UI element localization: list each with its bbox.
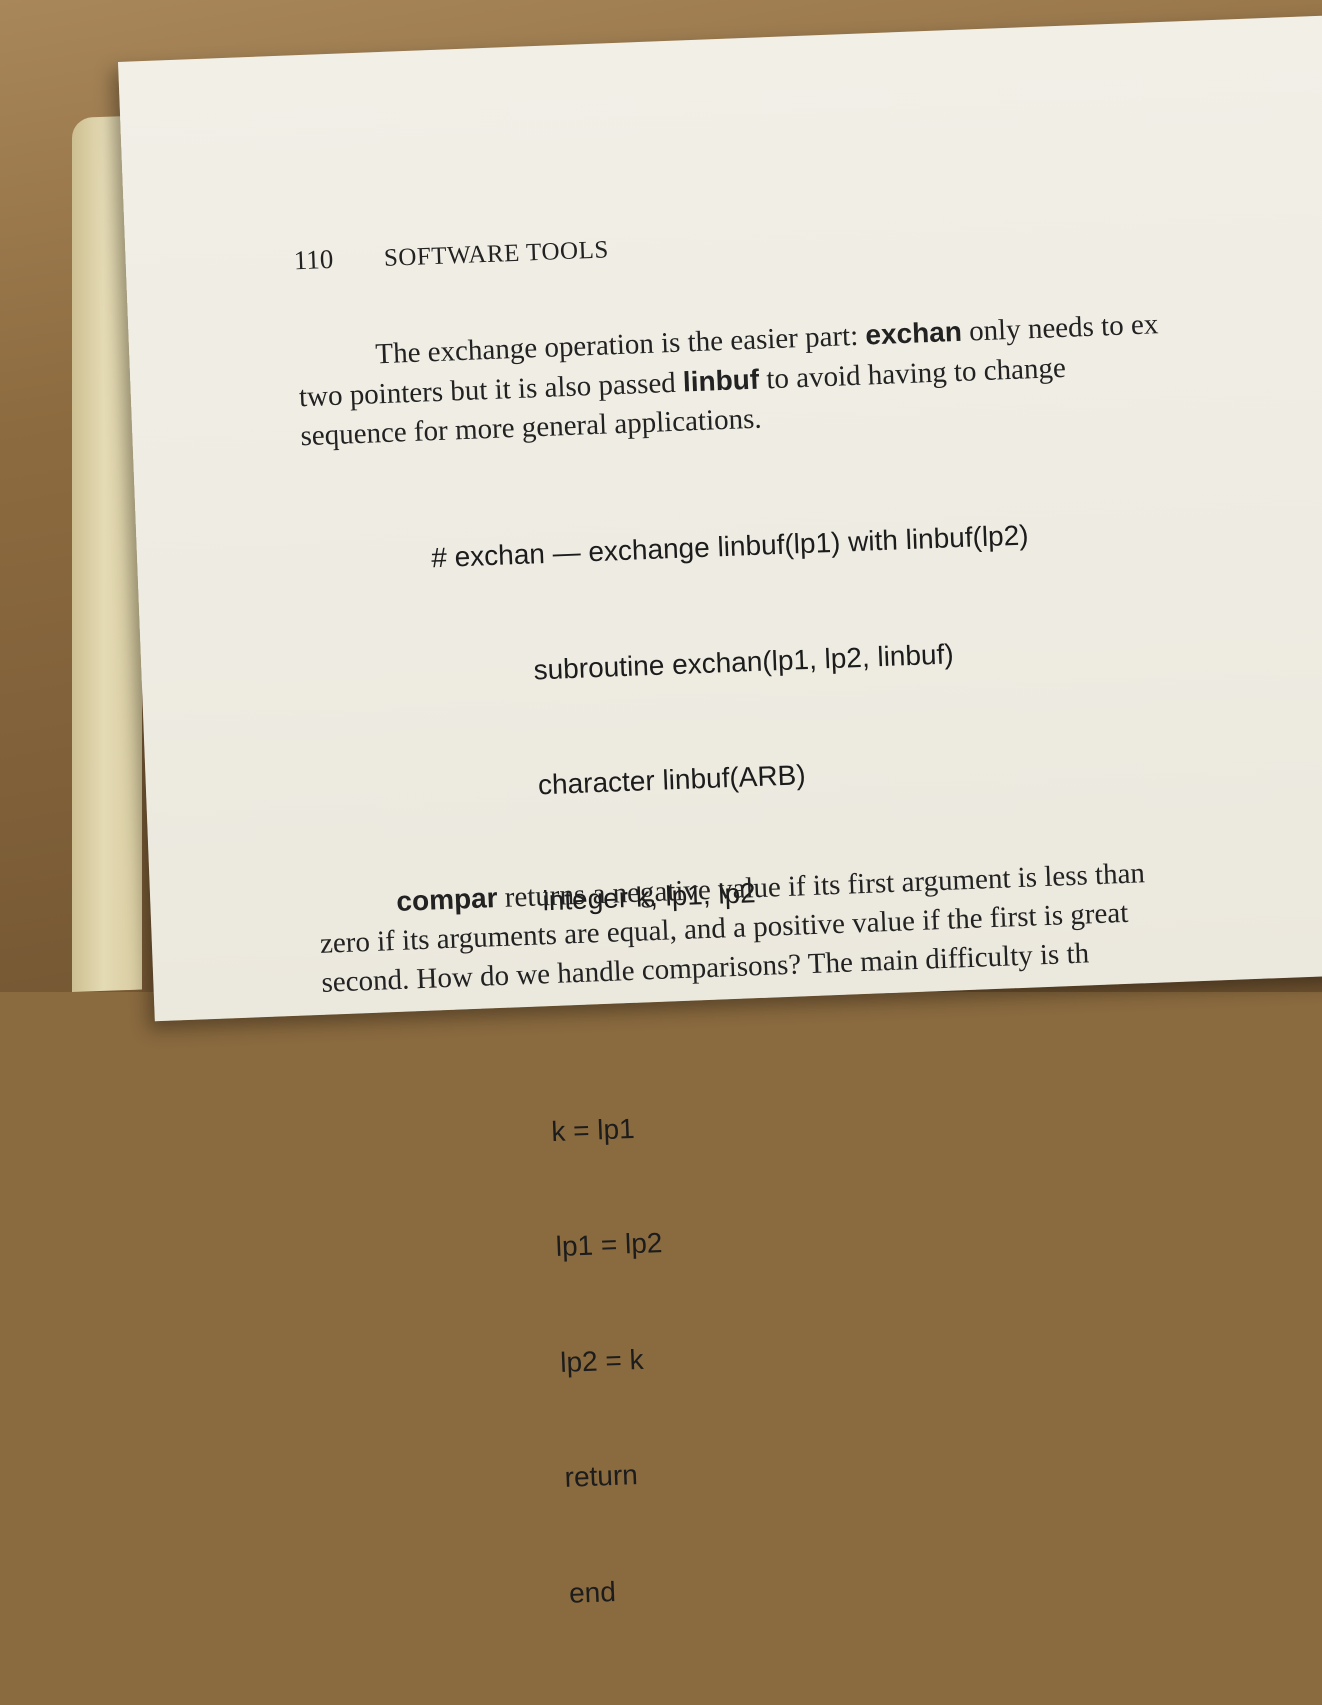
- running-title: SOFTWARE TOOLS: [383, 236, 610, 272]
- inline-code: exchan: [864, 315, 963, 351]
- code-line: return: [564, 1459, 639, 1493]
- code-line: lp2 = k: [559, 1343, 645, 1378]
- book-page: 110 SOFTWARE TOOLS The exchange operatio…: [118, 14, 1322, 1608]
- code-listing-exchan: # exchan — exchange linbuf(lp1) with lin…: [428, 439, 1073, 1693]
- inline-code: compar: [395, 882, 499, 917]
- page-content: 110 SOFTWARE TOOLS The exchange operatio…: [293, 199, 1322, 1608]
- running-header: 110 SOFTWARE TOOLS: [293, 233, 609, 276]
- code-line: end: [568, 1575, 617, 1609]
- code-line: character linbuf(ARB): [537, 759, 807, 801]
- paragraph-exchange: The exchange operation is the easier par…: [297, 295, 1322, 456]
- inline-code: linbuf: [682, 363, 760, 398]
- code-line: lp1 = lp2: [555, 1226, 663, 1263]
- page-number: 110: [293, 243, 334, 276]
- code-comment: # exchan — exchange linbuf(lp1) with lin…: [430, 519, 1030, 574]
- code-line: k = lp1: [550, 1112, 636, 1147]
- code-line: subroutine exchan(lp1, lp2, linbuf): [533, 637, 955, 685]
